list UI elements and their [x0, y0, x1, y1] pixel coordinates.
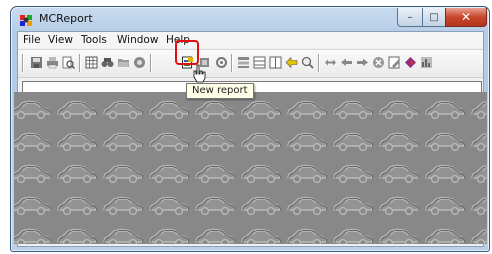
- toolbar: [18, 49, 483, 77]
- menu-view[interactable]: View: [48, 34, 73, 46]
- tooltip: New report: [186, 83, 254, 99]
- maximize-button[interactable]: □: [422, 8, 446, 27]
- edit-icon[interactable]: [388, 56, 401, 69]
- toolbar-separator: [150, 54, 152, 72]
- new-report-highlight: [175, 40, 199, 65]
- app-icon: [20, 15, 32, 26]
- forward-icon[interactable]: [356, 56, 369, 69]
- save-icon[interactable]: [30, 56, 43, 69]
- toolbar-separator: [79, 54, 81, 72]
- settings-icon[interactable]: [215, 56, 228, 69]
- open-folder-icon[interactable]: [117, 56, 130, 69]
- car-pattern-background: [14, 92, 487, 244]
- menu-window[interactable]: Window: [117, 34, 158, 46]
- grid-icon[interactable]: [85, 56, 98, 69]
- fit-icon[interactable]: [324, 56, 337, 69]
- hand-cursor-icon: [193, 64, 206, 83]
- title-bar[interactable]: MCReport – □ ✕: [11, 7, 489, 31]
- database-icon[interactable]: [133, 56, 146, 69]
- mdi-workspace[interactable]: [14, 92, 487, 244]
- print-icon[interactable]: [46, 56, 59, 69]
- toolbar-separator: [22, 54, 24, 72]
- table-icon[interactable]: [253, 56, 266, 69]
- menu-tools[interactable]: Tools: [81, 34, 107, 46]
- maximize-icon: □: [429, 11, 439, 23]
- close-button[interactable]: ✕: [445, 8, 487, 27]
- toolbar-separator: [231, 54, 233, 72]
- minimize-button[interactable]: –: [397, 8, 423, 27]
- layout-icon[interactable]: [269, 56, 282, 69]
- print-preview-icon[interactable]: [62, 56, 75, 69]
- minimize-icon: –: [407, 11, 413, 23]
- close-icon: ✕: [460, 10, 472, 24]
- stop-icon[interactable]: [372, 56, 385, 69]
- menu-file[interactable]: File: [23, 34, 41, 46]
- book-icon[interactable]: [404, 56, 417, 69]
- toolbar-separator: [318, 54, 320, 72]
- zoom-icon[interactable]: [301, 56, 314, 69]
- align-icon[interactable]: [237, 56, 250, 69]
- menu-bar: File View Tools Window Help: [18, 32, 483, 48]
- undo-icon[interactable]: [285, 56, 298, 69]
- window-title: MCReport: [39, 12, 93, 25]
- back-icon[interactable]: [340, 56, 353, 69]
- chart-icon[interactable]: [420, 56, 433, 69]
- find-icon[interactable]: [101, 56, 114, 69]
